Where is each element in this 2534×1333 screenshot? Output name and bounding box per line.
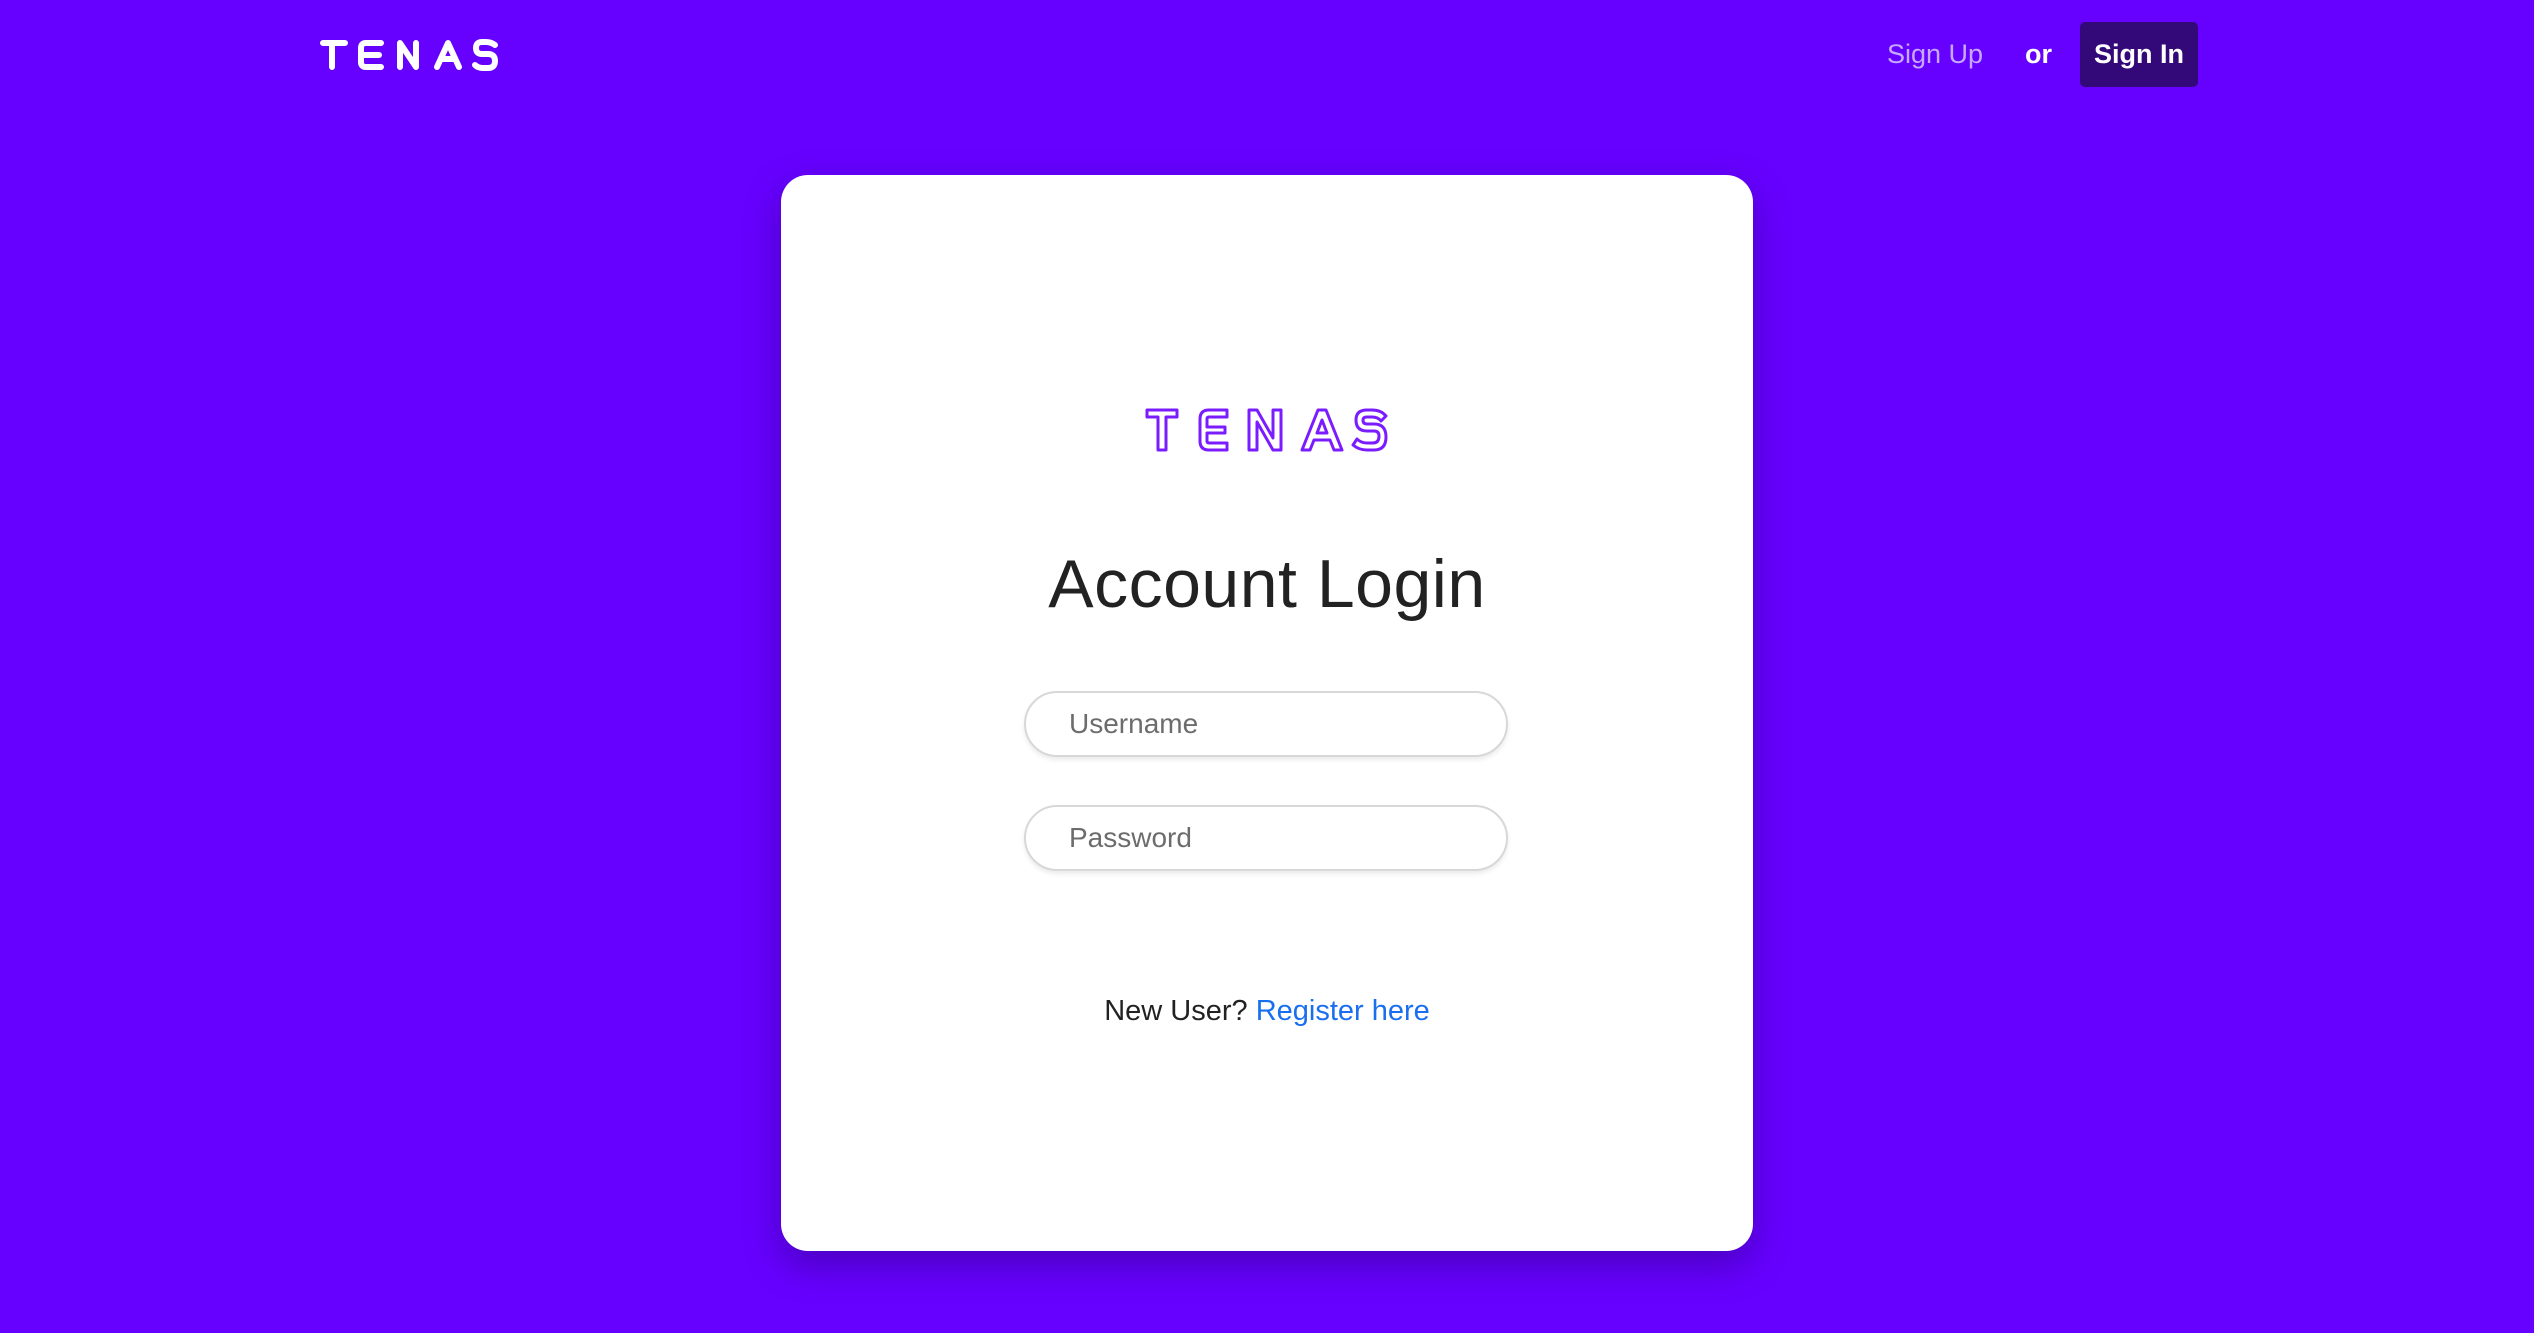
register-prompt-text: New User? [1104, 995, 1248, 1027]
page-title: Account Login [1048, 546, 1486, 622]
top-nav: Sign Up or Sign In [1887, 22, 2198, 87]
register-link[interactable]: Register here [1256, 995, 1430, 1027]
sign-in-button[interactable]: Sign In [2080, 22, 2198, 87]
register-prompt: New User? Register here [781, 995, 1753, 1028]
card-logo-mark [1145, 408, 1388, 452]
brand-logo-mark [320, 39, 498, 71]
nav-or-text: or [2025, 39, 2052, 69]
brand-logo[interactable] [320, 32, 500, 78]
sign-up-link[interactable]: Sign Up [1887, 39, 1983, 70]
username-input[interactable] [1024, 691, 1508, 757]
password-input[interactable] [1024, 805, 1508, 871]
card-logo [1145, 407, 1389, 453]
login-card: Account Login New User? Register here [781, 175, 1753, 1251]
